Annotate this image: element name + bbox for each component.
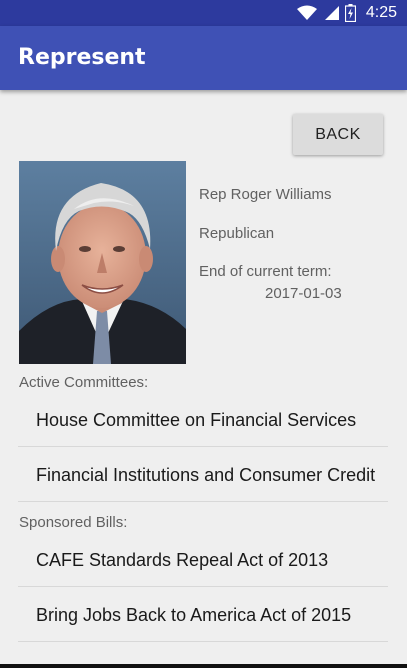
wifi-icon <box>296 5 317 20</box>
bill-name: CAFE Standards Repeal Act of 2013 <box>36 550 329 570</box>
back-button[interactable]: BACK <box>293 114 383 155</box>
term-end-date: 2017-01-03 <box>265 285 342 302</box>
bottom-edge <box>0 664 407 668</box>
battery-icon <box>344 4 356 22</box>
signal-icon <box>324 6 339 20</box>
app-title: Represent <box>18 45 146 70</box>
bill-item[interactable]: CAFE Standards Repeal Act of 2013 <box>18 533 388 587</box>
representative-photo <box>19 161 186 364</box>
bill-name: Bring Jobs Back to America Act of 2015 <box>36 605 352 625</box>
representative-name: Rep Roger Williams <box>199 186 332 203</box>
bill-item[interactable]: Bring Jobs Back to America Act of 2015 <box>18 588 388 642</box>
party-affiliation: Republican <box>199 225 275 242</box>
bills-heading: Sponsored Bills: <box>19 514 128 531</box>
status-icons: 4:25 <box>296 3 397 23</box>
committee-name: Financial Institutions and Consumer Cred… <box>36 465 376 485</box>
committee-item[interactable]: House Committee on Financial Services <box>18 393 388 447</box>
status-time: 4:25 <box>365 4 397 21</box>
app-bar: Represent <box>0 26 407 90</box>
term-end-label: End of current term: <box>199 263 332 280</box>
status-bar: 4:25 <box>0 0 407 26</box>
portrait-image <box>19 161 186 364</box>
committee-item[interactable]: Financial Institutions and Consumer Cred… <box>18 448 388 502</box>
committee-name: House Committee on Financial Services <box>36 410 357 430</box>
committees-heading: Active Committees: <box>19 374 149 391</box>
